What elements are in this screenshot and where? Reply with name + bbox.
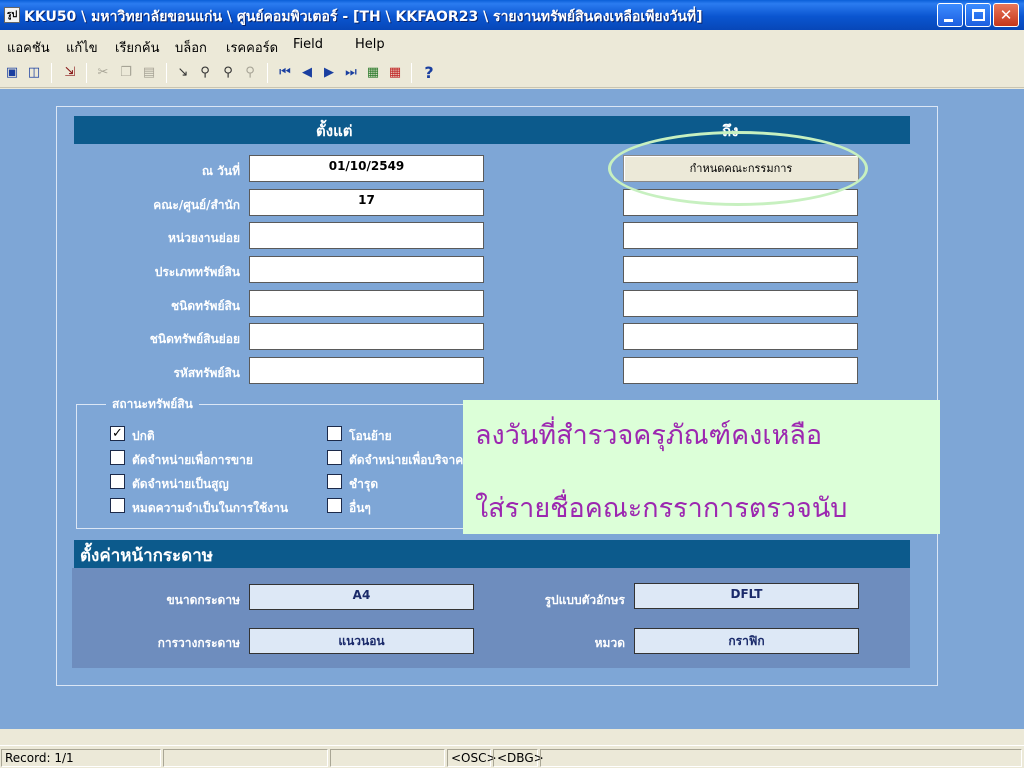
faculty-from-input[interactable]: 17 xyxy=(249,189,484,216)
cancel-query-icon[interactable]: ⚲ xyxy=(241,64,259,82)
asset-code-from-input[interactable] xyxy=(249,357,484,384)
copy-icon[interactable]: ❐ xyxy=(117,64,135,82)
label-font: รูปแบบตัวอักษร xyxy=(544,593,625,607)
status-bar: Record: 1/1 <OSC> <DBG> xyxy=(0,745,1024,768)
cut-icon[interactable]: ✂ xyxy=(94,64,112,82)
save-icon[interactable]: ▣ xyxy=(3,64,21,82)
title-bar: รูป KKU50 \ มหาวิทยาลัยขอนแก่น \ ศูนย์คอ… xyxy=(0,0,1024,30)
status-donate-label: ตัดจำหน่ายเพื่อบริจาค xyxy=(349,453,464,467)
toolbar-separator xyxy=(166,63,167,83)
asset-kind-from-input[interactable] xyxy=(249,290,484,317)
asset-type-from-input[interactable] xyxy=(249,256,484,283)
maximize-button[interactable] xyxy=(965,3,991,27)
toolbar-separator xyxy=(411,63,412,83)
menu-action[interactable]: แอคชัน xyxy=(7,37,50,58)
menu-bar: แอคชัน แก้ไข เรียกค้น บล็อก เรคคอร์ด Fie… xyxy=(0,30,1024,58)
close-button[interactable]: ✕ xyxy=(993,3,1019,27)
dbg-indicator: <DBG> xyxy=(493,749,544,767)
menu-record[interactable]: เรคคอร์ด xyxy=(226,37,278,58)
status-normal-checkbox[interactable]: ✓ xyxy=(110,426,125,441)
label-paper-size: ขนาดกระดาษ xyxy=(166,593,240,607)
status-damaged-checkbox[interactable] xyxy=(327,474,342,489)
font-field[interactable]: DFLT xyxy=(634,583,859,609)
sub-unit-to-input[interactable] xyxy=(623,222,858,249)
menu-help[interactable]: Help xyxy=(355,37,385,52)
status-cell-blank xyxy=(330,749,445,767)
label-as-of-date: ณ วันที่ xyxy=(201,164,240,178)
next-record-icon[interactable]: ▶ xyxy=(320,64,338,82)
execute-query-icon[interactable]: ⚲ xyxy=(196,64,214,82)
status-writeoff-label: ตัดจำหน่ายเป็นสูญ xyxy=(132,477,229,491)
status-normal-label: ปกติ xyxy=(132,429,155,443)
status-sale-label: ตัดจำหน่ายเพื่อการขาย xyxy=(132,453,253,467)
menu-block[interactable]: บล็อก xyxy=(175,37,207,58)
paper-size-field[interactable]: A4 xyxy=(249,584,474,610)
osc-indicator: <OSC> xyxy=(447,749,497,767)
toolbar-separator xyxy=(267,63,268,83)
help-icon[interactable]: ? xyxy=(420,64,438,82)
status-obsolete-label: หมดความจำเป็นในการใช้งาน xyxy=(132,501,289,515)
asset-kind-to-input[interactable] xyxy=(623,290,858,317)
sub-unit-from-input[interactable] xyxy=(249,222,484,249)
exit-icon[interactable]: ⇲ xyxy=(61,64,79,82)
header-from: ตั้งแต่ xyxy=(316,122,353,140)
menu-query[interactable]: เรียกค้น xyxy=(115,37,160,58)
previous-record-icon[interactable]: ◀ xyxy=(298,64,316,82)
asset-subkind-from-input[interactable] xyxy=(249,323,484,350)
first-record-icon[interactable]: ⏮ xyxy=(276,64,294,82)
label-asset-subkind: ชนิดทรัพย์สินย่อย xyxy=(149,332,240,346)
page-setup-header: ตั้งค่าหน้ากระดาษ xyxy=(74,540,910,568)
count-query-icon[interactable]: ⚲ xyxy=(219,64,237,82)
menu-edit[interactable]: แก้ไข xyxy=(66,37,98,58)
label-faculty: คณะ/ศูนย์/สำนัก xyxy=(153,198,240,212)
status-damaged-label: ชำรุด xyxy=(349,477,379,491)
enter-query-icon[interactable]: ↘ xyxy=(174,64,192,82)
menu-field[interactable]: Field xyxy=(293,37,323,52)
status-transfer-checkbox[interactable] xyxy=(327,426,342,441)
delete-record-icon[interactable]: ▦ xyxy=(386,64,404,82)
orientation-field[interactable]: แนวนอน xyxy=(249,628,474,654)
toolbar-separator xyxy=(86,63,87,83)
highlight-ellipse xyxy=(608,131,868,206)
close-icon: ✕ xyxy=(999,6,1013,24)
label-orientation: การวางกระดาษ xyxy=(157,636,240,650)
status-cell-blank xyxy=(163,749,328,767)
maximize-icon xyxy=(972,9,985,21)
annotation-line-2: ใส่รายชื่อคณะกรราการตรวจนับ xyxy=(475,493,848,524)
asset-code-to-input[interactable] xyxy=(623,357,858,384)
category-field[interactable]: กราฟิก xyxy=(634,628,859,654)
app-icon: รูป xyxy=(4,7,20,23)
status-cell-blank xyxy=(540,749,1022,767)
paste-icon[interactable]: ▤ xyxy=(140,64,158,82)
annotation-callout: ลงวันที่สำรวจครุภัณฑ์คงเหลือ ใส่รายชื่อค… xyxy=(463,400,940,534)
status-transfer-label: โอนย้าย xyxy=(349,429,392,443)
minimize-button[interactable] xyxy=(937,3,963,27)
asset-subkind-to-input[interactable] xyxy=(623,323,858,350)
insert-record-icon[interactable]: ▦ xyxy=(364,64,382,82)
label-asset-kind: ชนิดทรัพย์สิน xyxy=(171,299,240,313)
annotation-line-1: ลงวันที่สำรวจครุภัณฑ์คงเหลือ xyxy=(475,420,823,451)
label-asset-code: รหัสทรัพย์สิน xyxy=(173,366,240,380)
minimize-icon xyxy=(944,19,953,22)
asset-type-to-input[interactable] xyxy=(623,256,858,283)
window-title: KKU50 \ มหาวิทยาลัยขอนแก่น \ ศูนย์คอมพิว… xyxy=(24,9,703,25)
label-sub-unit: หน่วยงานย่อย xyxy=(168,231,240,245)
toolbar: ▣ ◫ ⇲ ✂ ❐ ▤ ↘ ⚲ ⚲ ⚲ ⏮ ◀ ▶ ⏭ ▦ ▦ ? xyxy=(0,58,1024,88)
label-category: หมวด xyxy=(594,636,625,650)
label-asset-type: ประเภททรัพย์สิน xyxy=(154,265,240,279)
page-setup-title: ตั้งค่าหน้ากระดาษ xyxy=(80,546,213,566)
status-donate-checkbox[interactable] xyxy=(327,450,342,465)
toolbar-separator xyxy=(51,63,52,83)
print-preview-icon[interactable]: ◫ xyxy=(25,64,43,82)
asset-status-title: สถานะทรัพย์สิน xyxy=(106,395,199,414)
status-writeoff-checkbox[interactable] xyxy=(110,474,125,489)
status-obsolete-checkbox[interactable] xyxy=(110,498,125,513)
status-other-checkbox[interactable] xyxy=(327,498,342,513)
record-count: Record: 1/1 xyxy=(1,749,161,767)
status-sale-checkbox[interactable] xyxy=(110,450,125,465)
last-record-icon[interactable]: ⏭ xyxy=(342,64,360,82)
status-other-label: อื่นๆ xyxy=(349,501,371,515)
as-of-date-from-input[interactable]: 01/10/2549 xyxy=(249,155,484,182)
